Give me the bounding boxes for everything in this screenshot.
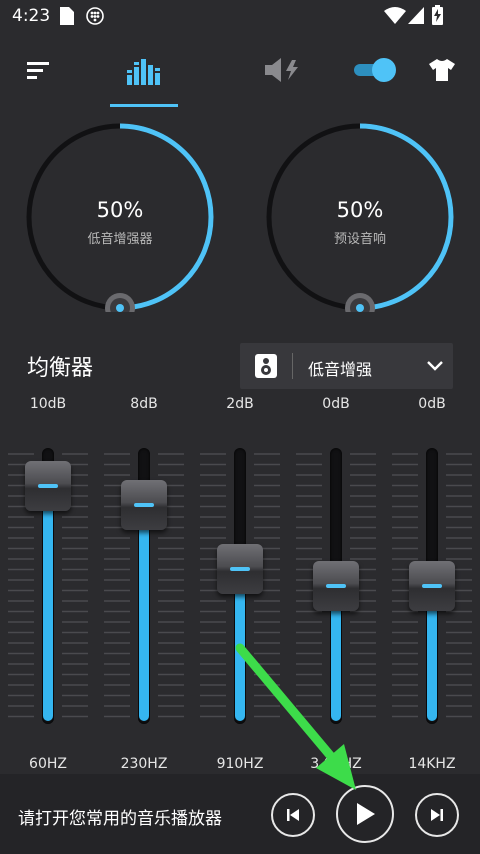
menu-button[interactable] [18, 40, 58, 100]
slider-handle[interactable] [409, 561, 455, 611]
slider-handle[interactable] [25, 460, 71, 511]
knob-label: 低音增强器 [87, 232, 153, 247]
top-nav [0, 40, 480, 107]
band-frequency: 14KHZ [408, 756, 456, 772]
tab-equalizer[interactable] [110, 40, 178, 100]
slider-handle[interactable] [217, 543, 263, 594]
equalizer-icon [127, 59, 160, 85]
play-button[interactable] [336, 785, 394, 843]
band-frequency: 910HZ [216, 756, 264, 772]
eq-band-14khz: 0dB 14KHZ [384, 396, 480, 776]
slider-fill [139, 505, 149, 721]
theme-shirt-icon [429, 59, 455, 81]
previous-button[interactable] [271, 793, 315, 837]
equalizer-title: 均衡器 [27, 356, 94, 381]
toggle-switch-icon [354, 58, 396, 82]
toggle-switch[interactable] [350, 40, 400, 100]
tab-theme[interactable] [422, 40, 462, 100]
bass-booster-knob[interactable]: 50% 低音增强器 [25, 122, 215, 312]
play-icon [357, 803, 375, 825]
band-frequency: 230HZ [120, 756, 168, 772]
menu-icon [27, 62, 49, 79]
sim-card-icon [60, 7, 74, 25]
band-frequency: 60HZ [29, 756, 67, 772]
band-frequency: 3.6KHZ [310, 756, 362, 772]
wifi-icon [384, 7, 406, 24]
band-gain: 0dB [418, 396, 446, 412]
slider-fill [43, 485, 53, 721]
next-button[interactable] [415, 793, 459, 837]
virtualizer-knob[interactable]: 50% 预设音响 [265, 122, 455, 312]
cellular-icon [408, 7, 424, 24]
knob-value: 50% [96, 198, 144, 222]
preset-dropdown[interactable]: 低音增强 [240, 343, 453, 389]
status-bar: 4:23 [0, 0, 480, 34]
slider-handle[interactable] [313, 561, 359, 611]
preset-label: 低音增强 [308, 360, 373, 379]
volume-boost-icon [265, 58, 298, 82]
player-bar: 请打开您常用的音乐播放器 [0, 774, 480, 854]
eq-band-3-6khz: 0dB 3.6KHZ [288, 396, 384, 776]
band-gain: 0dB [322, 396, 350, 412]
battery-charging-icon [432, 5, 443, 25]
slider-handle[interactable] [121, 480, 167, 531]
tab-volume-boost[interactable] [258, 40, 308, 100]
status-time: 4:23 [12, 6, 51, 26]
speaker-icon [255, 354, 277, 378]
open-player-message[interactable]: 请打开您常用的音乐播放器 [18, 804, 222, 829]
eq-band-230hz: 8dB 230HZ [96, 396, 192, 776]
eq-band-910hz: 2dB 910HZ [192, 396, 288, 776]
previous-icon [287, 809, 299, 821]
app-notification-icon [86, 7, 104, 25]
preset-divider [292, 353, 293, 379]
band-gain: 2dB [226, 396, 254, 412]
band-gain: 10dB [29, 396, 67, 412]
next-icon [431, 809, 443, 821]
knob-label: 预设音响 [333, 232, 386, 247]
band-gain: 8dB [130, 396, 158, 412]
knob-value: 50% [336, 198, 384, 222]
eq-band-60hz: 10dB 60HZ [0, 396, 96, 776]
active-tab-indicator [110, 104, 178, 107]
chevron-down-icon [427, 361, 443, 371]
